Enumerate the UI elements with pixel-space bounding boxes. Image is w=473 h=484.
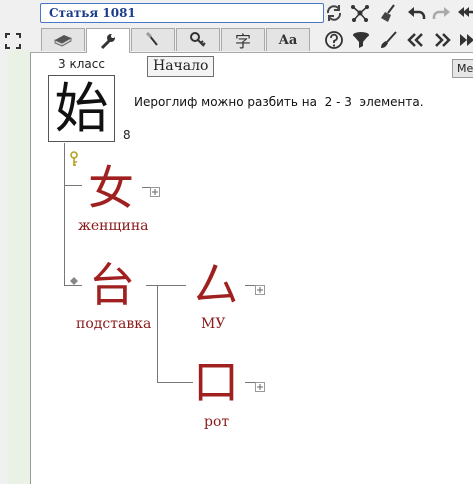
subcomponent-kanji[interactable]: 厶 <box>193 262 239 308</box>
expand-plus-icon[interactable] <box>150 182 160 197</box>
fast-forward-icon[interactable] <box>457 29 473 51</box>
broom-icon[interactable] <box>378 2 400 24</box>
main-kanji: 始 <box>54 76 109 140</box>
tree-line <box>146 285 186 286</box>
left-panel-list[interactable] <box>8 50 31 484</box>
key-icon <box>190 32 206 47</box>
corner-button[interactable]: Ме <box>452 59 473 78</box>
network-icon[interactable] <box>349 2 371 24</box>
component-meaning: подставка <box>76 316 152 332</box>
tree-line <box>64 143 65 285</box>
tab-book[interactable] <box>41 28 85 51</box>
tooltip: Начало <box>147 56 215 77</box>
grade-label: 3 класс <box>58 57 105 71</box>
expand-icon[interactable] <box>5 33 21 49</box>
brush-icon[interactable] <box>378 29 400 51</box>
diamond-icon <box>70 270 78 285</box>
component-kanji[interactable]: 台 <box>89 262 135 308</box>
subcomponent-meaning: МУ <box>201 316 226 332</box>
tree-line <box>64 185 82 186</box>
wrench-icon <box>100 34 115 50</box>
tree-line <box>245 382 255 383</box>
tree-line <box>142 187 150 188</box>
tab-font[interactable]: Aa <box>266 28 310 51</box>
brush-icon <box>145 31 158 46</box>
tab-hanzi[interactable]: 字 <box>221 28 265 51</box>
tree-line <box>157 285 158 382</box>
redo-icon[interactable] <box>431 2 453 24</box>
hanzi-icon: 字 <box>234 32 251 51</box>
font-icon: Aa <box>278 32 298 48</box>
key-icon <box>69 151 79 167</box>
article-title-field[interactable]: Статья 1081 <box>40 3 324 23</box>
tree-line <box>245 285 255 286</box>
expand-plus-icon[interactable] <box>255 280 265 295</box>
refresh-icon[interactable] <box>323 2 345 24</box>
subcomponent-kanji[interactable]: 口 <box>193 359 239 405</box>
tab-wrench[interactable] <box>86 28 130 53</box>
component-meaning: женщина <box>78 218 149 234</box>
help-icon[interactable] <box>323 29 345 51</box>
tree-line <box>157 382 193 383</box>
tab-brush[interactable] <box>131 28 175 51</box>
component-kanji[interactable]: 女 <box>88 165 134 211</box>
undo-icon[interactable] <box>405 2 427 24</box>
decomposition-info: Иероглиф можно разбить на 2 - 3 элемента… <box>134 95 424 109</box>
tree-line <box>64 285 82 286</box>
tab-key[interactable] <box>176 28 220 51</box>
filter-icon[interactable] <box>350 29 372 51</box>
double-left-icon[interactable] <box>405 29 427 51</box>
main-kanji-box: 始 <box>48 75 115 142</box>
double-right-icon[interactable] <box>431 29 453 51</box>
stroke-count: 8 <box>123 128 131 142</box>
book-icon <box>54 35 72 47</box>
expand-plus-icon[interactable] <box>255 377 265 392</box>
reply-all-icon[interactable] <box>457 2 473 24</box>
subcomponent-meaning: рот <box>204 414 230 430</box>
